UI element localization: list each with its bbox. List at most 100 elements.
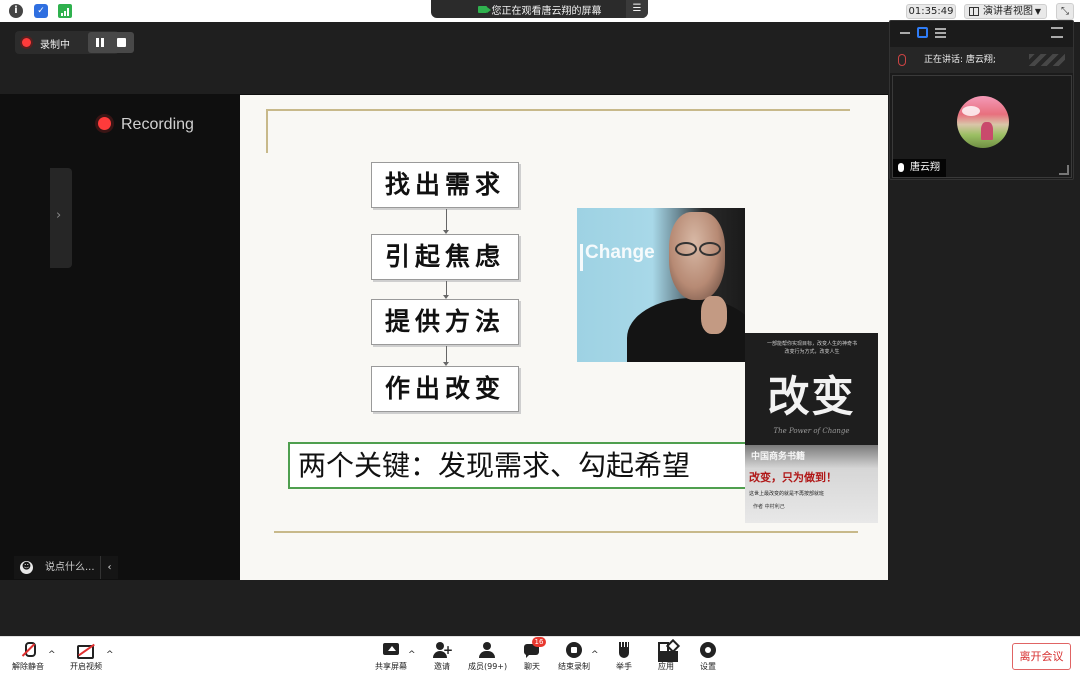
- quick-chat-input[interactable]: ☻ 说点什么... ‹: [14, 556, 118, 579]
- book-blurb: 这世上最改变的就是不再按部就班: [749, 491, 825, 497]
- flow-arrow: [443, 209, 449, 234]
- unmute-label: 解除静音: [12, 662, 44, 671]
- stop-recording-toolbar-button[interactable]: 结束录制: [556, 640, 592, 674]
- recording-dot-icon: [22, 38, 31, 47]
- speaking-label: 正在讲话: 唐云翔;: [924, 55, 996, 65]
- meeting-toolbar: 解除静音 ^ 开启视频 ^ 共享屏幕 ^ 邀请 成员(99+) 16 聊天 结束…: [0, 636, 1080, 675]
- recording-control: 录制中: [15, 31, 134, 54]
- collapse-chat-icon[interactable]: ‹: [100, 556, 118, 579]
- participant-video-tile[interactable]: 唐云翔: [892, 75, 1072, 178]
- security-shield-icon[interactable]: ✓: [34, 4, 48, 18]
- recording-buttons: [88, 32, 134, 53]
- apps-button[interactable]: 应用: [654, 640, 678, 674]
- apps-icon: [657, 641, 675, 659]
- layout-grid-icon: [969, 7, 979, 16]
- book-top-line-2: 改变行为方式，改变人生: [784, 349, 840, 355]
- watermark-icon: [1029, 54, 1065, 66]
- banner-menu-icon[interactable]: ☰: [626, 0, 648, 18]
- flow-step-3: 提供方法: [371, 299, 519, 345]
- book-band-text: 中国商务书籍: [751, 452, 806, 462]
- exit-fullscreen-icon: ⤡: [1061, 6, 1069, 17]
- side-panel-toggle[interactable]: ›: [50, 168, 72, 268]
- flow-step-2: 引起焦虑: [371, 234, 519, 280]
- quick-chat-placeholder: 说点什么...: [45, 562, 95, 573]
- start-video-label: 开启视频: [70, 662, 102, 671]
- flow-arrow: [443, 281, 449, 299]
- book-subtitle: The Power of Change: [773, 427, 850, 435]
- settings-button[interactable]: 设置: [696, 640, 720, 674]
- recording-dot-icon: [98, 117, 111, 130]
- muted-mic-icon: [898, 54, 906, 66]
- share-screen-label: 共享屏幕: [375, 662, 407, 671]
- chat-icon: 16: [523, 637, 546, 659]
- screen-share-banner[interactable]: 您正在观看唐云翔的屏幕 ☰: [431, 0, 648, 18]
- stop-recording-label: 结束录制: [558, 662, 590, 671]
- flow-arrow: [443, 346, 449, 366]
- glasses-icon: [673, 242, 723, 256]
- exit-fullscreen-button[interactable]: ⤡: [1056, 3, 1074, 20]
- photo-caption: Change: [580, 242, 655, 271]
- view-mode-select[interactable]: 演讲者视图 ▼: [964, 4, 1047, 19]
- slide-rule-left: [266, 109, 268, 153]
- unmute-button[interactable]: 解除静音: [10, 640, 46, 674]
- slide-rule-bottom: [274, 531, 858, 533]
- pause-recording-button[interactable]: [96, 38, 105, 47]
- resize-handle-icon[interactable]: [1059, 165, 1069, 175]
- meeting-timer: 01:35:49: [906, 4, 956, 19]
- participant-name: 唐云翔: [910, 162, 940, 173]
- list-layout-icon[interactable]: [935, 28, 946, 38]
- avatar: [957, 96, 1009, 148]
- share-options-chevron-icon[interactable]: ^: [408, 650, 416, 660]
- top-status-bar: i ✓ 您正在观看唐云翔的屏幕 ☰ 01:35:49 演讲者视图 ▼ ⤡: [0, 0, 1080, 22]
- leave-meeting-button[interactable]: 离开会议: [1012, 643, 1071, 670]
- chevron-right-icon: ›: [56, 208, 62, 223]
- raise-hand-button[interactable]: 举手: [612, 640, 636, 674]
- raise-hand-label: 举手: [616, 662, 632, 671]
- view-mode-label: 演讲者视图: [983, 6, 1033, 17]
- chevron-down-icon: ▼: [1034, 7, 1041, 16]
- flow-step-4: 作出改变: [371, 366, 519, 412]
- video-off-icon: [77, 641, 95, 659]
- settings-label: 设置: [700, 662, 716, 671]
- chat-label: 聊天: [524, 662, 540, 671]
- speaking-indicator: 正在讲话: 唐云翔;: [890, 47, 1073, 73]
- gear-icon: [699, 641, 717, 659]
- minimize-icon[interactable]: [900, 32, 910, 34]
- add-user-icon: [433, 641, 453, 659]
- speaker-layout-icon[interactable]: [917, 27, 928, 38]
- invite-button[interactable]: 邀请: [428, 640, 456, 674]
- watching-text: 您正在观看唐云翔的屏幕: [491, 5, 602, 17]
- members-icon: [478, 641, 496, 659]
- audio-options-chevron-icon[interactable]: ^: [48, 650, 56, 660]
- book-cover: 一部能帮你实现目标，改变人生的神奇书 改变行为方式，改变人生 改变 The Po…: [745, 333, 878, 523]
- slide-rule-top: [268, 109, 850, 111]
- chat-unread-badge: 16: [532, 637, 546, 647]
- emoji-icon[interactable]: ☻: [20, 561, 33, 574]
- panel-options-icon[interactable]: [1051, 27, 1063, 38]
- mic-icon: [898, 163, 904, 172]
- book-title: 改变: [767, 372, 856, 421]
- hand-icon: [615, 641, 633, 659]
- share-camera-icon: [477, 5, 491, 13]
- stop-recording-button[interactable]: [117, 38, 126, 47]
- shared-slide: 找出需求 引起焦虑 提供方法 作出改变 两个关键：发现需求、勾起希望 Chang…: [240, 95, 888, 580]
- participant-name-tag: 唐云翔: [893, 159, 946, 177]
- flow-step-1: 找出需求: [371, 162, 519, 208]
- share-screen-icon: [382, 641, 400, 659]
- panel-header: [890, 21, 1073, 45]
- stop-recording-icon: [565, 641, 583, 659]
- network-signal-icon[interactable]: [58, 4, 72, 18]
- recording-options-chevron-icon[interactable]: ^: [591, 650, 599, 660]
- members-button[interactable]: 成员(99+): [468, 640, 508, 674]
- info-icon[interactable]: i: [9, 4, 23, 18]
- recording-badge-label: Recording: [121, 116, 194, 133]
- video-options-chevron-icon[interactable]: ^: [106, 650, 114, 660]
- recording-badge: Recording: [98, 116, 194, 134]
- book-slogan: 改变，只为做到！: [749, 471, 837, 484]
- start-video-button[interactable]: 开启视频: [68, 640, 104, 674]
- members-label: 成员(99+): [468, 662, 508, 671]
- share-screen-button[interactable]: 共享屏幕: [373, 640, 409, 674]
- portrait-photo: Change: [577, 208, 745, 362]
- invite-label: 邀请: [434, 662, 450, 671]
- chat-button[interactable]: 16 聊天: [518, 637, 546, 674]
